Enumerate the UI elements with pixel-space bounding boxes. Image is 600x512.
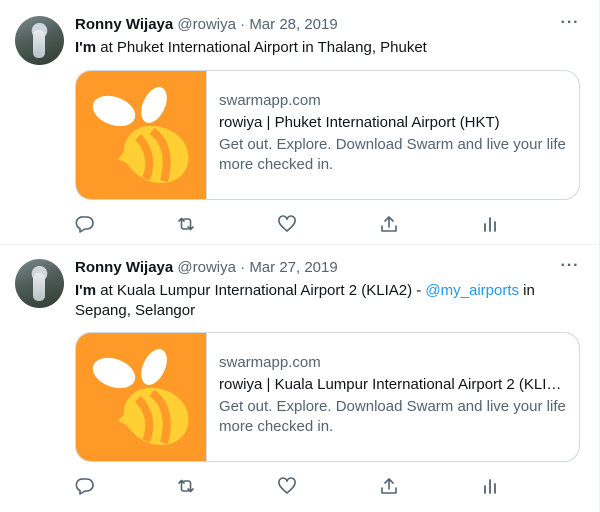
card-title: rowiya | Phuket International Airport (H…: [219, 114, 500, 131]
reply-icon[interactable]: [75, 214, 95, 234]
tweet[interactable]: Ronny Wijaya @rowiya · Mar 28, 2019 ··· …: [0, 0, 598, 245]
action-bar: [75, 476, 505, 496]
action-bar: [75, 214, 505, 234]
author-name[interactable]: Ronny Wijaya: [75, 16, 173, 33]
retweet-icon[interactable]: [176, 476, 196, 496]
author-handle[interactable]: @rowiya: [177, 259, 236, 276]
like-icon[interactable]: [277, 476, 297, 496]
tweet-header: Ronny Wijaya @rowiya · Mar 28, 2019: [75, 15, 338, 34]
link-card[interactable]: swarmapp.com rowiya | Phuket Internation…: [75, 70, 580, 200]
separator: ·: [240, 16, 246, 33]
card-domain: swarmapp.com: [219, 354, 321, 371]
tweet[interactable]: Ronny Wijaya @rowiya · Mar 27, 2019 ··· …: [0, 245, 598, 512]
analytics-icon[interactable]: [480, 214, 500, 234]
tweet-text-mid: at Kuala Lumpur International Airport 2 …: [96, 282, 426, 299]
tweet-header: Ronny Wijaya @rowiya · Mar 27, 2019: [75, 258, 338, 277]
tweet-date[interactable]: Mar 27, 2019: [249, 259, 337, 276]
separator: ·: [240, 259, 246, 276]
reply-icon[interactable]: [75, 476, 95, 496]
more-icon[interactable]: ···: [560, 258, 580, 280]
author-handle[interactable]: @rowiya: [177, 16, 236, 33]
card-domain: swarmapp.com: [219, 92, 321, 109]
swarm-bee-logo: [76, 333, 207, 461]
tweet-text: I'm at Phuket International Airport in T…: [75, 38, 580, 58]
tweet-date[interactable]: Mar 28, 2019: [249, 16, 337, 33]
like-icon[interactable]: [277, 214, 297, 234]
timeline: Ronny Wijaya @rowiya · Mar 28, 2019 ··· …: [0, 0, 600, 512]
tweet-text-rest: at Phuket International Airport in Thala…: [96, 39, 427, 56]
card-description: Get out. Explore. Download Swarm and liv…: [219, 398, 566, 435]
tweet-text-bold: I'm: [75, 39, 97, 56]
avatar[interactable]: [15, 16, 64, 65]
share-icon[interactable]: [379, 476, 399, 496]
card-body: swarmapp.com rowiya | Phuket Internation…: [219, 91, 569, 175]
analytics-icon[interactable]: [480, 476, 500, 496]
card-description: Get out. Explore. Download Swarm and liv…: [219, 136, 566, 173]
mention-link[interactable]: @my_airports: [425, 282, 519, 299]
link-card[interactable]: swarmapp.com rowiya | Kuala Lumpur Inter…: [75, 332, 580, 462]
retweet-icon[interactable]: [176, 214, 196, 234]
more-icon[interactable]: ···: [560, 15, 580, 37]
card-title: rowiya | Kuala Lumpur International Airp…: [219, 376, 569, 393]
author-name[interactable]: Ronny Wijaya: [75, 259, 173, 276]
swarm-bee-logo: [76, 71, 207, 199]
tweet-text: I'm at Kuala Lumpur International Airpor…: [75, 281, 580, 321]
share-icon[interactable]: [379, 214, 399, 234]
avatar[interactable]: [15, 259, 64, 308]
tweet-text-bold: I'm: [75, 282, 97, 299]
card-body: swarmapp.com rowiya | Kuala Lumpur Inter…: [219, 353, 569, 437]
